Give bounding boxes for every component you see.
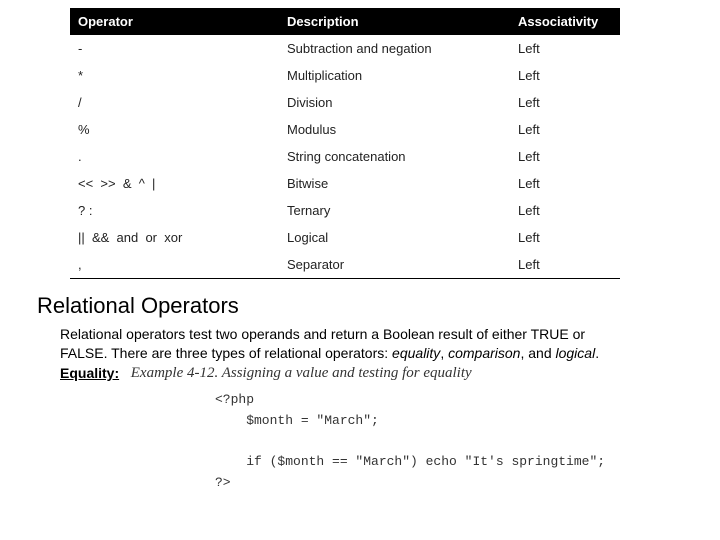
cell-desc: String concatenation xyxy=(279,143,510,170)
cell-assoc: Left xyxy=(510,197,620,224)
cell-op: || && and or xor xyxy=(70,224,279,251)
equality-label: Equality: xyxy=(60,365,119,381)
table-row: .String concatenationLeft xyxy=(70,143,620,170)
cell-op: , xyxy=(70,251,279,279)
cell-op: * xyxy=(70,62,279,89)
cell-assoc: Left xyxy=(510,251,620,279)
em-logical: logical xyxy=(556,345,596,361)
table-row: || && and or xorLogicalLeft xyxy=(70,224,620,251)
code-block: <?php $month = "March"; if ($month == "M… xyxy=(215,390,675,494)
cell-assoc: Left xyxy=(510,116,620,143)
cell-assoc: Left xyxy=(510,224,620,251)
cell-op: . xyxy=(70,143,279,170)
cell-assoc: Left xyxy=(510,35,620,62)
cell-desc: Subtraction and negation xyxy=(279,35,510,62)
col-associativity: Associativity xyxy=(510,8,620,35)
section-heading: Relational Operators xyxy=(37,293,675,319)
cell-desc: Multiplication xyxy=(279,62,510,89)
cell-assoc: Left xyxy=(510,62,620,89)
cell-desc: Ternary xyxy=(279,197,510,224)
cell-desc: Modulus xyxy=(279,116,510,143)
col-operator: Operator xyxy=(70,8,279,35)
cell-op: / xyxy=(70,89,279,116)
cell-op: << >> & ^ | xyxy=(70,170,279,197)
col-description: Description xyxy=(279,8,510,35)
table-row: << >> & ^ |BitwiseLeft xyxy=(70,170,620,197)
cell-assoc: Left xyxy=(510,143,620,170)
table-row: ,SeparatorLeft xyxy=(70,251,620,279)
em-equality: equality xyxy=(392,345,440,361)
table-row: -Subtraction and negationLeft xyxy=(70,35,620,62)
cell-op: ? : xyxy=(70,197,279,224)
operator-table: Operator Description Associativity -Subt… xyxy=(70,8,620,279)
em-comparison: comparison xyxy=(448,345,520,361)
table-row: *MultiplicationLeft xyxy=(70,62,620,89)
cell-desc: Separator xyxy=(279,251,510,279)
cell-desc: Bitwise xyxy=(279,170,510,197)
cell-desc: Division xyxy=(279,89,510,116)
cell-op: % xyxy=(70,116,279,143)
cell-assoc: Left xyxy=(510,170,620,197)
table-row: ? :TernaryLeft xyxy=(70,197,620,224)
cell-desc: Logical xyxy=(279,224,510,251)
table-row: /DivisionLeft xyxy=(70,89,620,116)
cell-assoc: Left xyxy=(510,89,620,116)
cell-op: - xyxy=(70,35,279,62)
section-paragraph: Relational operators test two operands a… xyxy=(60,325,620,363)
table-row: %ModulusLeft xyxy=(70,116,620,143)
example-caption: Example 4-12. Assigning a value and test… xyxy=(131,365,472,382)
